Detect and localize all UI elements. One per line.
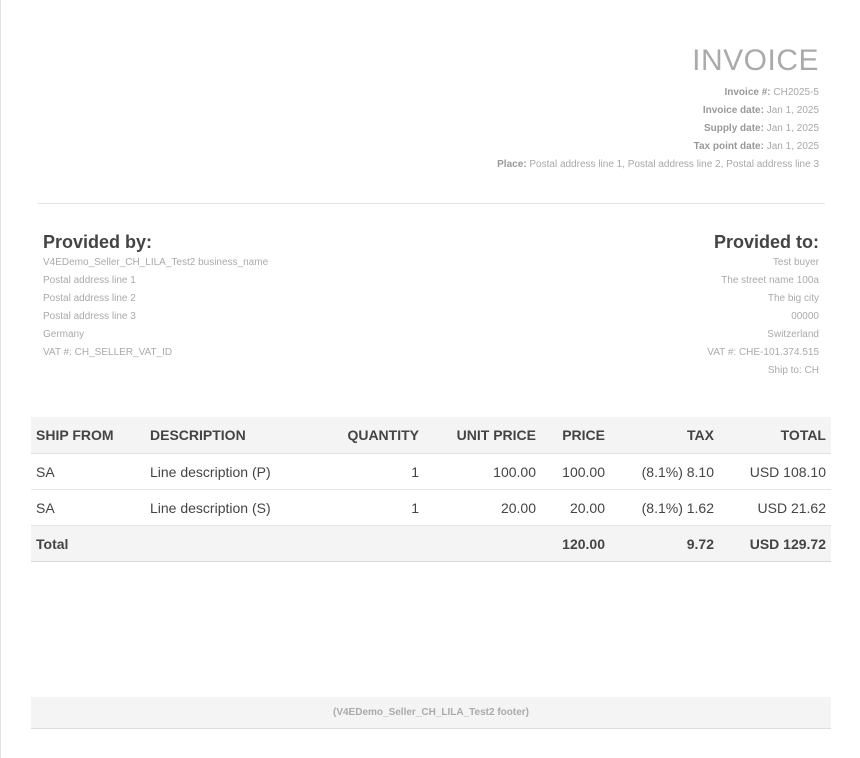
cell-quantity: 1	[315, 489, 424, 526]
seller-address-line-1: Postal address line 1	[43, 275, 136, 286]
seller-address-line-3: Postal address line 3	[43, 311, 136, 322]
invoice-number: Invoice #: CH2025-5	[497, 84, 819, 102]
cell-total: USD 21.62	[719, 489, 831, 526]
cell-description: Line description (S)	[145, 489, 315, 526]
cell-quantity: 1	[315, 453, 424, 490]
meta-value: Jan 1, 2025	[766, 105, 819, 116]
invoice-header: INVOICE Invoice #: CH2025-5 Invoice date…	[497, 44, 819, 174]
table-row: SA Line description (P) 1 100.00 100.00 …	[31, 453, 831, 490]
cell-tax: (8.1%) 8.10	[610, 453, 719, 490]
supply-date: Supply date: Jan 1, 2025	[497, 120, 819, 138]
cell-unit-price: 20.00	[424, 489, 541, 526]
grand-total: USD 129.72	[719, 525, 831, 562]
meta-label: Place:	[497, 159, 527, 170]
table-total-row: Total 120.00 9.72 USD 129.72	[31, 525, 831, 562]
cell-description: Line description (P)	[145, 453, 315, 490]
cell-price: 20.00	[541, 489, 610, 526]
empty-cell	[315, 525, 424, 562]
col-tax: TAX	[610, 417, 719, 454]
provided-by-title: Provided by:	[43, 232, 153, 252]
cell-total: USD 108.10	[719, 453, 831, 490]
invoice-date: Invoice date: Jan 1, 2025	[497, 102, 819, 120]
meta-value: CH2025-5	[773, 87, 819, 98]
seller-business-name: V4EDemo_Seller_CH_LILA_Test2 business_na…	[43, 257, 269, 268]
col-total: TOTAL	[719, 417, 831, 454]
provided-to-title: Provided to:	[713, 232, 819, 252]
cell-unit-price: 100.00	[424, 453, 541, 490]
table-row: SA Line description (S) 1 20.00 20.00 (8…	[31, 489, 831, 526]
place: Place: Postal address line 1, Postal add…	[497, 156, 819, 174]
page-left-border	[0, 0, 1, 758]
line-items-table: SHIP FROM DESCRIPTION QUANTITY UNIT PRIC…	[31, 417, 831, 562]
meta-label: Invoice #:	[724, 87, 771, 98]
buyer-ship-to: Ship to: CH	[767, 365, 819, 376]
total-label: Total	[31, 525, 145, 562]
provided-by-block: Provided by: V4EDemo_Seller_CH_LILA_Test…	[43, 231, 268, 362]
cell-tax: (8.1%) 1.62	[610, 489, 719, 526]
meta-value: Jan 1, 2025	[766, 141, 819, 152]
empty-cell	[145, 525, 315, 562]
tax-point-date: Tax point date: Jan 1, 2025	[497, 138, 819, 156]
buyer-city: The big city	[767, 293, 819, 304]
invoice-title: INVOICE	[692, 44, 819, 77]
provided-to-block: Provided to: Test buyer The street name …	[707, 231, 819, 380]
buyer-name: Test buyer	[772, 257, 819, 268]
seller-address-line-2: Postal address line 2	[43, 293, 136, 304]
empty-cell	[424, 525, 541, 562]
meta-label: Invoice date:	[702, 105, 764, 116]
col-unit-price: UNIT PRICE	[424, 417, 541, 454]
cell-price: 100.00	[541, 453, 610, 490]
seller-vat: VAT #: CH_SELLER_VAT_ID	[43, 347, 173, 358]
col-quantity: QUANTITY	[315, 417, 424, 454]
invoice-footer: (V4EDemo_Seller_CH_LILA_Test2 footer)	[31, 697, 831, 729]
buyer-street: The street name 100a	[721, 275, 819, 286]
col-price: PRICE	[541, 417, 610, 454]
cell-ship-from: SA	[31, 489, 145, 526]
buyer-country: Switzerland	[767, 329, 819, 340]
table-header-row: SHIP FROM DESCRIPTION QUANTITY UNIT PRIC…	[31, 417, 831, 454]
col-ship-from: SHIP FROM	[31, 417, 145, 454]
total-price: 120.00	[541, 525, 610, 562]
meta-label: Supply date:	[703, 123, 764, 134]
buyer-vat: VAT #: CHE-101.374.515	[707, 347, 819, 358]
cell-ship-from: SA	[31, 453, 145, 490]
total-tax: 9.72	[610, 525, 719, 562]
col-description: DESCRIPTION	[145, 417, 315, 454]
header-divider	[37, 203, 825, 204]
seller-country: Germany	[43, 329, 85, 340]
meta-label: Tax point date:	[693, 141, 764, 152]
buyer-postal-code: 00000	[791, 311, 819, 322]
meta-value: Jan 1, 2025	[766, 123, 819, 134]
meta-value: Postal address line 1, Postal address li…	[529, 159, 819, 170]
